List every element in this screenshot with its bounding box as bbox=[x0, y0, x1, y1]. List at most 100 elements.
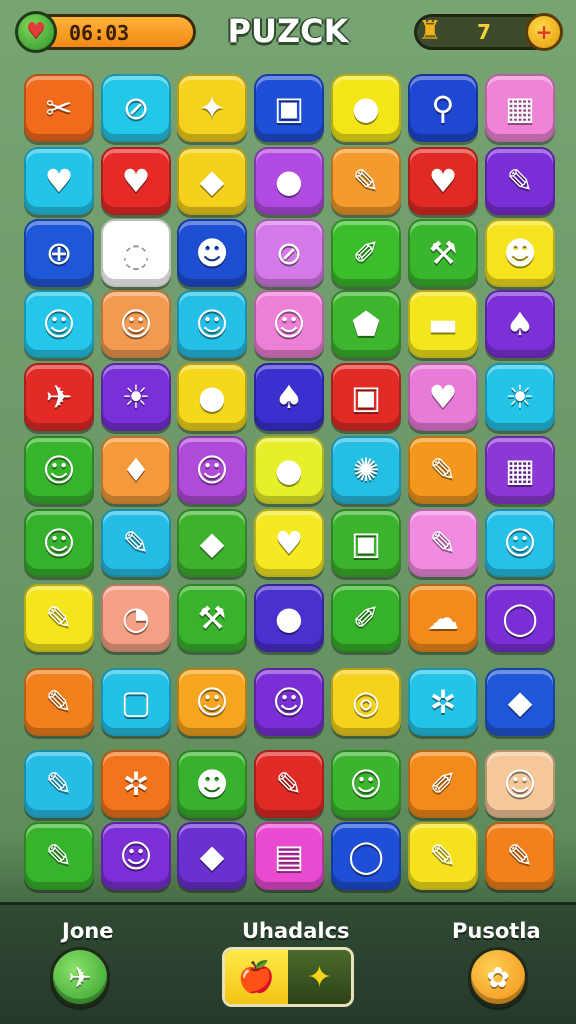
board-tile[interactable]: ● bbox=[254, 147, 324, 215]
board-tile[interactable]: ☀ bbox=[101, 363, 171, 431]
board-tile[interactable]: ✎ bbox=[24, 584, 94, 652]
board-tile[interactable]: ▣ bbox=[254, 74, 324, 142]
board-tile[interactable]: ▬ bbox=[408, 290, 478, 358]
board-tile[interactable]: ✎ bbox=[24, 668, 94, 736]
board-tile[interactable]: ♠ bbox=[254, 363, 324, 431]
board-tile[interactable]: ◆ bbox=[177, 509, 247, 577]
board-tile[interactable]: ☺ bbox=[24, 290, 94, 358]
board-tile[interactable]: ✎ bbox=[254, 750, 324, 818]
board-tile[interactable]: ☻ bbox=[177, 750, 247, 818]
board-tile[interactable]: ♥ bbox=[254, 509, 324, 577]
tile-icon: ☺ bbox=[119, 837, 153, 875]
board-tile[interactable]: ♥ bbox=[24, 147, 94, 215]
board-tile[interactable]: ✎ bbox=[24, 822, 94, 890]
board-tile[interactable]: ☺ bbox=[177, 668, 247, 736]
board-tile[interactable]: ✎ bbox=[24, 750, 94, 818]
bottom-bar: Jone ✈ Uhadalcs 🍎 ✦ Pusotla ✿ bbox=[0, 902, 576, 1024]
tile-icon: ✎ bbox=[122, 524, 150, 562]
board-tile[interactable]: ✐ bbox=[331, 584, 401, 652]
puzzle-board: ✂ ⊘ ✦ ▣ ● ⚲ ▦ ♥ ♥ ◆ ● ✎ ♥ ✎ ⊕ ◌ ☻ ⊘ ✐ ⚒ ☻ ☺ ☺ ☺ ☺ ⬟ ▬ ♠ ✈ ☀ ● ♠ ▣ ♥ ☀ ☺ ♦ ☺ ● ✺… bbox=[22, 70, 558, 900]
tile-icon: ☺ bbox=[195, 683, 229, 721]
tile-icon: ☻ bbox=[195, 765, 229, 803]
apple-powerup[interactable]: 🍎 bbox=[225, 950, 288, 1004]
board-tile[interactable]: ▦ bbox=[485, 74, 555, 142]
flower-button[interactable]: ✿ bbox=[468, 947, 528, 1007]
tile-icon: ⚒ bbox=[428, 234, 458, 272]
board-tile[interactable]: ✲ bbox=[408, 668, 478, 736]
board-tile[interactable]: ☺ bbox=[254, 290, 324, 358]
board-tile[interactable]: ♥ bbox=[408, 363, 478, 431]
board-tile[interactable]: ♦ bbox=[101, 436, 171, 504]
board-tile[interactable]: ◯ bbox=[485, 584, 555, 652]
board-tile[interactable]: ✈ bbox=[24, 363, 94, 431]
board-tile[interactable]: ⚒ bbox=[177, 584, 247, 652]
board-tile[interactable]: ✂ bbox=[24, 74, 94, 142]
board-tile[interactable]: ☺ bbox=[485, 750, 555, 818]
board-tile[interactable]: ♥ bbox=[101, 147, 171, 215]
board-tile[interactable]: ☺ bbox=[24, 436, 94, 504]
heart-icon[interactable]: ♥ bbox=[15, 11, 57, 53]
board-tile[interactable]: ● bbox=[177, 363, 247, 431]
board-tile[interactable]: ✐ bbox=[331, 219, 401, 287]
board-tile[interactable]: ◆ bbox=[485, 668, 555, 736]
paper-plane-button[interactable]: ✈ bbox=[50, 947, 110, 1007]
board-tile[interactable]: ☺ bbox=[177, 290, 247, 358]
board-tile[interactable]: ☺ bbox=[101, 290, 171, 358]
board-tile[interactable]: ✎ bbox=[408, 436, 478, 504]
board-tile[interactable]: ✦ bbox=[177, 74, 247, 142]
board-tile[interactable]: ☺ bbox=[485, 509, 555, 577]
board-tile[interactable]: ✎ bbox=[408, 822, 478, 890]
board-tile[interactable]: ☺ bbox=[254, 668, 324, 736]
board-tile[interactable]: ✎ bbox=[331, 147, 401, 215]
tile-icon: ☺ bbox=[195, 305, 229, 343]
board-tile[interactable]: ▣ bbox=[331, 363, 401, 431]
board-tile[interactable]: ▢ bbox=[101, 668, 171, 736]
board-tile[interactable]: ☻ bbox=[485, 219, 555, 287]
wand-powerup[interactable]: ✦ bbox=[288, 950, 351, 1004]
board-tile[interactable]: ◔ bbox=[101, 584, 171, 652]
board-tile[interactable]: ⊘ bbox=[101, 74, 171, 142]
board-tile[interactable]: ☺ bbox=[177, 436, 247, 504]
board-tile[interactable]: ☺ bbox=[101, 822, 171, 890]
plus-icon[interactable]: + bbox=[525, 13, 563, 51]
tile-icon: ⊘ bbox=[122, 89, 150, 127]
tile-icon: ♠ bbox=[274, 378, 304, 416]
tile-icon: ✎ bbox=[45, 683, 73, 721]
board-tile[interactable]: ⚒ bbox=[408, 219, 478, 287]
board-tile[interactable]: ⬟ bbox=[331, 290, 401, 358]
board-tile[interactable]: ☀ bbox=[485, 363, 555, 431]
board-tile[interactable]: ✎ bbox=[101, 509, 171, 577]
board-tile[interactable]: ⊘ bbox=[254, 219, 324, 287]
board-tile[interactable]: ▣ bbox=[331, 509, 401, 577]
tile-icon: ⊕ bbox=[45, 234, 73, 272]
board-tile[interactable]: ✎ bbox=[485, 822, 555, 890]
board-tile[interactable]: ● bbox=[254, 584, 324, 652]
board-tile[interactable]: ☻ bbox=[177, 219, 247, 287]
board-tile[interactable]: ◆ bbox=[177, 147, 247, 215]
tile-icon: ● bbox=[352, 89, 380, 127]
board-tile[interactable]: ✎ bbox=[408, 509, 478, 577]
board-tile[interactable]: ⊕ bbox=[24, 219, 94, 287]
board-tile[interactable]: ☺ bbox=[24, 509, 94, 577]
board-tile[interactable]: ▤ bbox=[254, 822, 324, 890]
board-tile[interactable]: ● bbox=[331, 74, 401, 142]
board-tile[interactable]: ⚲ bbox=[408, 74, 478, 142]
board-tile[interactable]: ✲ bbox=[101, 750, 171, 818]
powerup-toggle[interactable]: 🍎 ✦ bbox=[222, 947, 354, 1007]
board-tile[interactable]: ✎ bbox=[485, 147, 555, 215]
tile-icon: ▣ bbox=[350, 378, 382, 416]
board-tile[interactable]: ◌ bbox=[101, 219, 171, 287]
board-tile[interactable]: ● bbox=[254, 436, 324, 504]
tile-icon: ▤ bbox=[273, 837, 305, 875]
board-tile[interactable]: ◆ bbox=[177, 822, 247, 890]
board-tile[interactable]: ✐ bbox=[408, 750, 478, 818]
tile-icon: ◎ bbox=[352, 683, 380, 721]
board-tile[interactable]: ✺ bbox=[331, 436, 401, 504]
board-tile[interactable]: ♠ bbox=[485, 290, 555, 358]
board-tile[interactable]: ☺ bbox=[331, 750, 401, 818]
board-tile[interactable]: ◯ bbox=[331, 822, 401, 890]
board-tile[interactable]: ♥ bbox=[408, 147, 478, 215]
board-tile[interactable]: ▦ bbox=[485, 436, 555, 504]
board-tile[interactable]: ◎ bbox=[331, 668, 401, 736]
board-tile[interactable]: ☁ bbox=[408, 584, 478, 652]
